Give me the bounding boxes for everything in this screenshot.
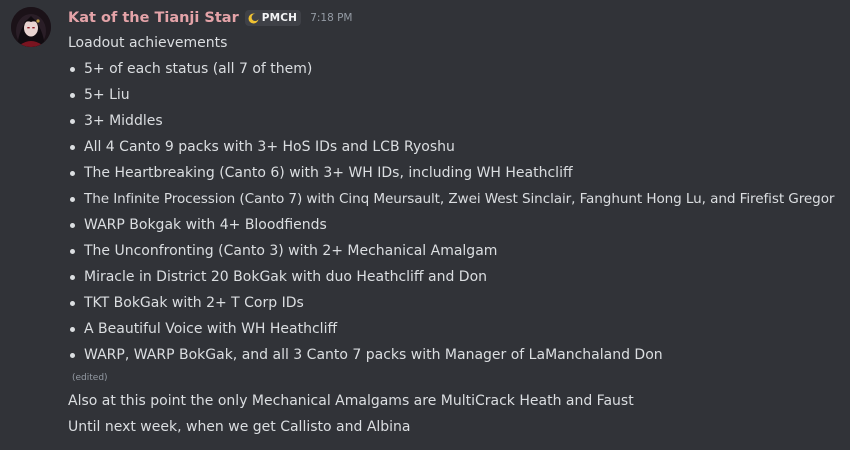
list-item: WARP Bokgak with 4+ Bloodfiends	[68, 212, 850, 238]
bullet-icon	[70, 93, 75, 98]
chat-message: Kat of the Tianji Star PMCH 7:18 PM Load…	[0, 0, 850, 450]
followup-line: Until next week, when we get Callisto an…	[68, 419, 411, 435]
bullet-icon	[70, 145, 75, 150]
list-item-text: All 4 Canto 9 packs with 3+ HoS IDs and …	[84, 139, 455, 155]
list-item-text: WARP, WARP BokGak, and all 3 Canto 7 pac…	[84, 347, 663, 363]
edited-label[interactable]: (edited)	[68, 370, 850, 386]
bullet-icon	[70, 197, 75, 202]
avatar-image	[11, 7, 51, 47]
message-content: Loadout achievements 5+ of each status (…	[68, 30, 850, 440]
list-item: Miracle in District 20 BokGak with duo H…	[68, 264, 850, 290]
list-item-text: 5+ of each status (all 7 of them)	[84, 61, 313, 77]
list-item: 5+ Liu	[68, 82, 850, 108]
bullet-icon	[70, 119, 75, 124]
list-item-text: TKT BokGak with 2+ T Corp IDs	[84, 295, 304, 311]
guild-tag-label: PMCH	[261, 12, 298, 24]
achievement-list: 5+ of each status (all 7 of them) 5+ Liu…	[68, 56, 850, 368]
list-item: TKT BokGak with 2+ T Corp IDs	[68, 290, 850, 316]
followup-line: Also at this point the only Mechanical A…	[68, 393, 634, 409]
avatar[interactable]	[11, 7, 51, 47]
bullet-icon	[70, 327, 75, 332]
list-item-text: 5+ Liu	[84, 87, 130, 103]
timestamp[interactable]: 7:18 PM	[310, 12, 352, 24]
list-item-text: Miracle in District 20 BokGak with duo H…	[84, 269, 488, 285]
list-item: The Heartbreaking (Canto 6) with 3+ WH I…	[68, 160, 850, 186]
bullet-icon	[70, 67, 75, 72]
guild-tag[interactable]: PMCH	[244, 10, 302, 26]
list-item: 5+ of each status (all 7 of them)	[68, 56, 850, 82]
bullet-icon	[70, 353, 75, 358]
list-item: The Unconfronting (Canto 3) with 2+ Mech…	[68, 238, 850, 264]
list-item: A Beautiful Voice with WH Heathcliff	[68, 316, 850, 342]
list-item-text: The Unconfronting (Canto 3) with 2+ Mech…	[84, 243, 498, 259]
message-intro: Loadout achievements	[68, 35, 228, 51]
list-item: 3+ Middles	[68, 108, 850, 134]
list-item-text: WARP Bokgak with 4+ Bloodfiends	[84, 217, 327, 233]
bullet-icon	[70, 223, 75, 228]
message-header: Kat of the Tianji Star PMCH 7:18 PM	[68, 8, 353, 28]
message-followups: Also at this point the only Mechanical A…	[68, 388, 850, 440]
bullet-icon	[70, 275, 75, 280]
username[interactable]: Kat of the Tianji Star	[68, 10, 239, 26]
bullet-icon	[70, 171, 75, 176]
list-item: All 4 Canto 9 packs with 3+ HoS IDs and …	[68, 134, 850, 160]
list-item-text: The Heartbreaking (Canto 6) with 3+ WH I…	[84, 165, 573, 181]
bullet-icon	[70, 249, 75, 254]
list-item-text: 3+ Middles	[84, 113, 163, 129]
bullet-icon	[70, 301, 75, 306]
list-item: The Infinite Procession (Canto 7) with C…	[68, 186, 850, 212]
list-item: WARP, WARP BokGak, and all 3 Canto 7 pac…	[68, 342, 850, 368]
list-item-text: The Infinite Procession (Canto 7) with C…	[84, 191, 835, 207]
list-item-text: A Beautiful Voice with WH Heathcliff	[84, 321, 338, 337]
crescent-moon-icon	[248, 13, 259, 24]
